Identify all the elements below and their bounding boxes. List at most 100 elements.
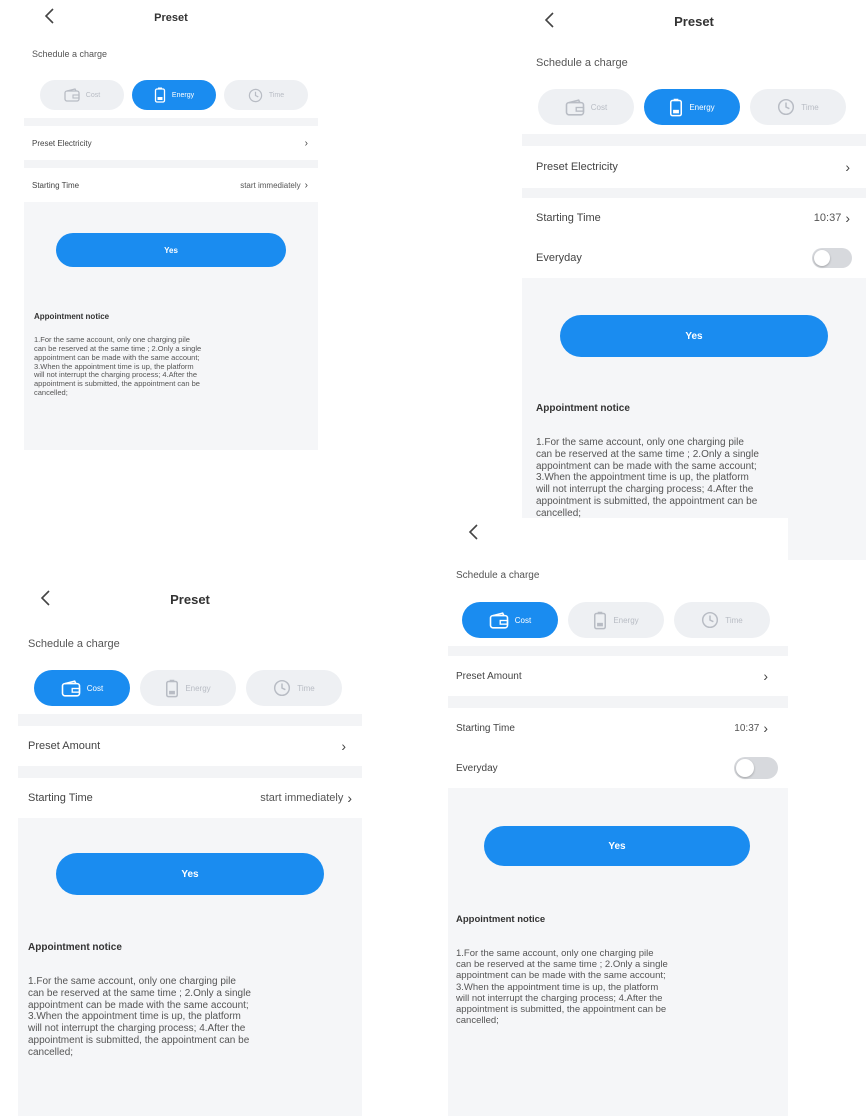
tab-cost[interactable]: Cost [40,80,124,110]
starting-time-value-wrap: 10:37 › [814,210,850,226]
tab-time[interactable]: Time [674,602,770,638]
starting-time-value-wrap: start immediately › [240,180,308,191]
preset-row-label: Preset Electricity [32,138,92,148]
preset-amount-row[interactable]: Preset Amount › [448,656,788,696]
chevron-right-icon: › [845,159,850,175]
chevron-right-icon: › [347,790,352,806]
chevron-right-icon: › [845,210,850,226]
chevron-right-icon: › [304,137,308,149]
preset-screen-4: Schedule a charge Cost Energy Time Prese… [448,518,788,1116]
preset-row-label: Preset Electricity [536,161,618,173]
starting-time-row[interactable]: Starting Time 10:37 › [448,708,788,748]
chevron-right-icon: › [763,668,768,684]
divider [522,188,866,198]
starting-time-row[interactable]: Starting Time start immediately › [18,778,362,818]
tab-energy[interactable]: Energy [568,602,664,638]
divider [448,696,788,708]
starting-time-value: start immediately [240,180,301,190]
wallet-icon [61,679,81,697]
notice-text: 1.For the same account, only one chargin… [456,948,786,1026]
preset-electricity-row[interactable]: Preset Electricity › [522,146,866,188]
chevron-left-icon [468,524,478,540]
notice-line: 3.When the appointment time is up, the p… [456,981,659,993]
tab-segment: Cost Energy Time [40,80,308,110]
battery-icon [670,98,683,116]
tab-energy[interactable]: Energy [644,89,740,125]
tab-cost-label: Cost [514,615,532,625]
preset-electricity-row[interactable]: Preset Electricity › [24,126,318,160]
battery-icon [166,679,179,697]
chevron-right-icon: › [304,179,308,191]
notice-title: Appointment notice [536,403,630,414]
notice-line: appointment is submitted, the appointmen… [28,1034,250,1046]
yes-button[interactable]: Yes [56,853,324,895]
yes-button[interactable]: Yes [484,826,750,866]
everyday-toggle[interactable] [734,757,778,779]
chevron-right-icon: › [341,738,346,754]
starting-time-row[interactable]: Starting Time 10:37 › [522,198,866,238]
notice-line: appointment can be made with the same ac… [28,999,249,1011]
starting-time-value: start immediately [260,792,344,804]
everyday-row: Everyday [522,238,866,278]
tab-segment: Cost Energy Time [34,670,342,706]
wallet-icon [64,88,80,102]
page-title: Preset [154,12,188,24]
battery-icon [154,87,166,103]
notice-line: appointment is submitted, the appointmen… [34,379,200,389]
preset-screen-3: Preset Schedule a charge Cost Energy Tim… [18,578,362,1116]
page-title: Preset [674,14,714,29]
divider [24,160,318,168]
notice-title: Appointment notice [28,942,122,953]
notice-line: appointment is submitted, the appointmen… [536,495,758,507]
yes-button[interactable]: Yes [56,233,286,267]
tab-energy-label: Energy [185,683,211,693]
preset-screen-1: Preset Schedule a charge Cost Energy Tim… [24,0,318,450]
wallet-icon [489,611,509,629]
tab-time[interactable]: Time [750,89,846,125]
notice-line: 1.For the same account, only one chargin… [536,437,744,448]
notice-line: appointment is submitted, the appointmen… [456,1004,667,1016]
notice-text: 1.For the same account, only one chargin… [536,437,862,520]
everyday-label: Everyday [456,762,498,774]
yes-button[interactable]: Yes [560,315,828,357]
divider [448,646,788,656]
notice-title: Appointment notice [34,312,110,321]
tab-time-label: Time [801,102,819,112]
starting-time-row[interactable]: Starting Time start immediately › [24,168,318,202]
tab-time-label: Time [725,615,743,625]
notice-line: 1.For the same account, only one chargin… [28,976,236,987]
tab-energy[interactable]: Energy [140,670,236,706]
chevron-right-icon: › [763,720,768,736]
tab-cost[interactable]: Cost [462,602,558,638]
notice-text: 1.For the same account, only one chargin… [34,335,316,398]
tab-energy[interactable]: Energy [132,80,216,110]
notice-line: cancelled; [34,388,68,398]
tab-cost[interactable]: Cost [538,89,634,125]
schedule-label: Schedule a charge [32,49,108,59]
starting-time-label: Starting Time [32,180,80,190]
notice-line: will not interrupt the charging process;… [536,484,754,496]
notice-line: can be reserved at the same time ; 2.Onl… [536,448,759,460]
starting-time-label: Starting Time [28,792,93,804]
toggle-knob [814,250,830,266]
clock-icon [248,88,263,102]
notice-text: 1.For the same account, only one chargin… [28,976,358,1059]
tab-energy-label: Energy [689,102,715,112]
tab-cost[interactable]: Cost [34,670,130,706]
notice-line: cancelled; [28,1046,74,1058]
back-button[interactable] [462,520,486,544]
nav-bar [448,518,788,554]
tab-energy-label: Energy [613,615,639,625]
tab-segment: Cost Energy Time [462,602,770,638]
preset-amount-row[interactable]: Preset Amount › [18,726,362,766]
tab-time[interactable]: Time [224,80,308,110]
notice-line: appointment can be made with the same ac… [536,460,757,472]
tab-time[interactable]: Time [246,670,342,706]
notice-line: will not interrupt the charging process;… [456,992,663,1004]
divider [18,714,362,726]
starting-time-label: Starting Time [536,212,601,224]
notice-line: 3.When the appointment time is up, the p… [536,472,749,484]
starting-time-label: Starting Time [456,722,515,734]
nav-bar: Preset [522,0,866,36]
everyday-toggle[interactable] [812,248,852,268]
